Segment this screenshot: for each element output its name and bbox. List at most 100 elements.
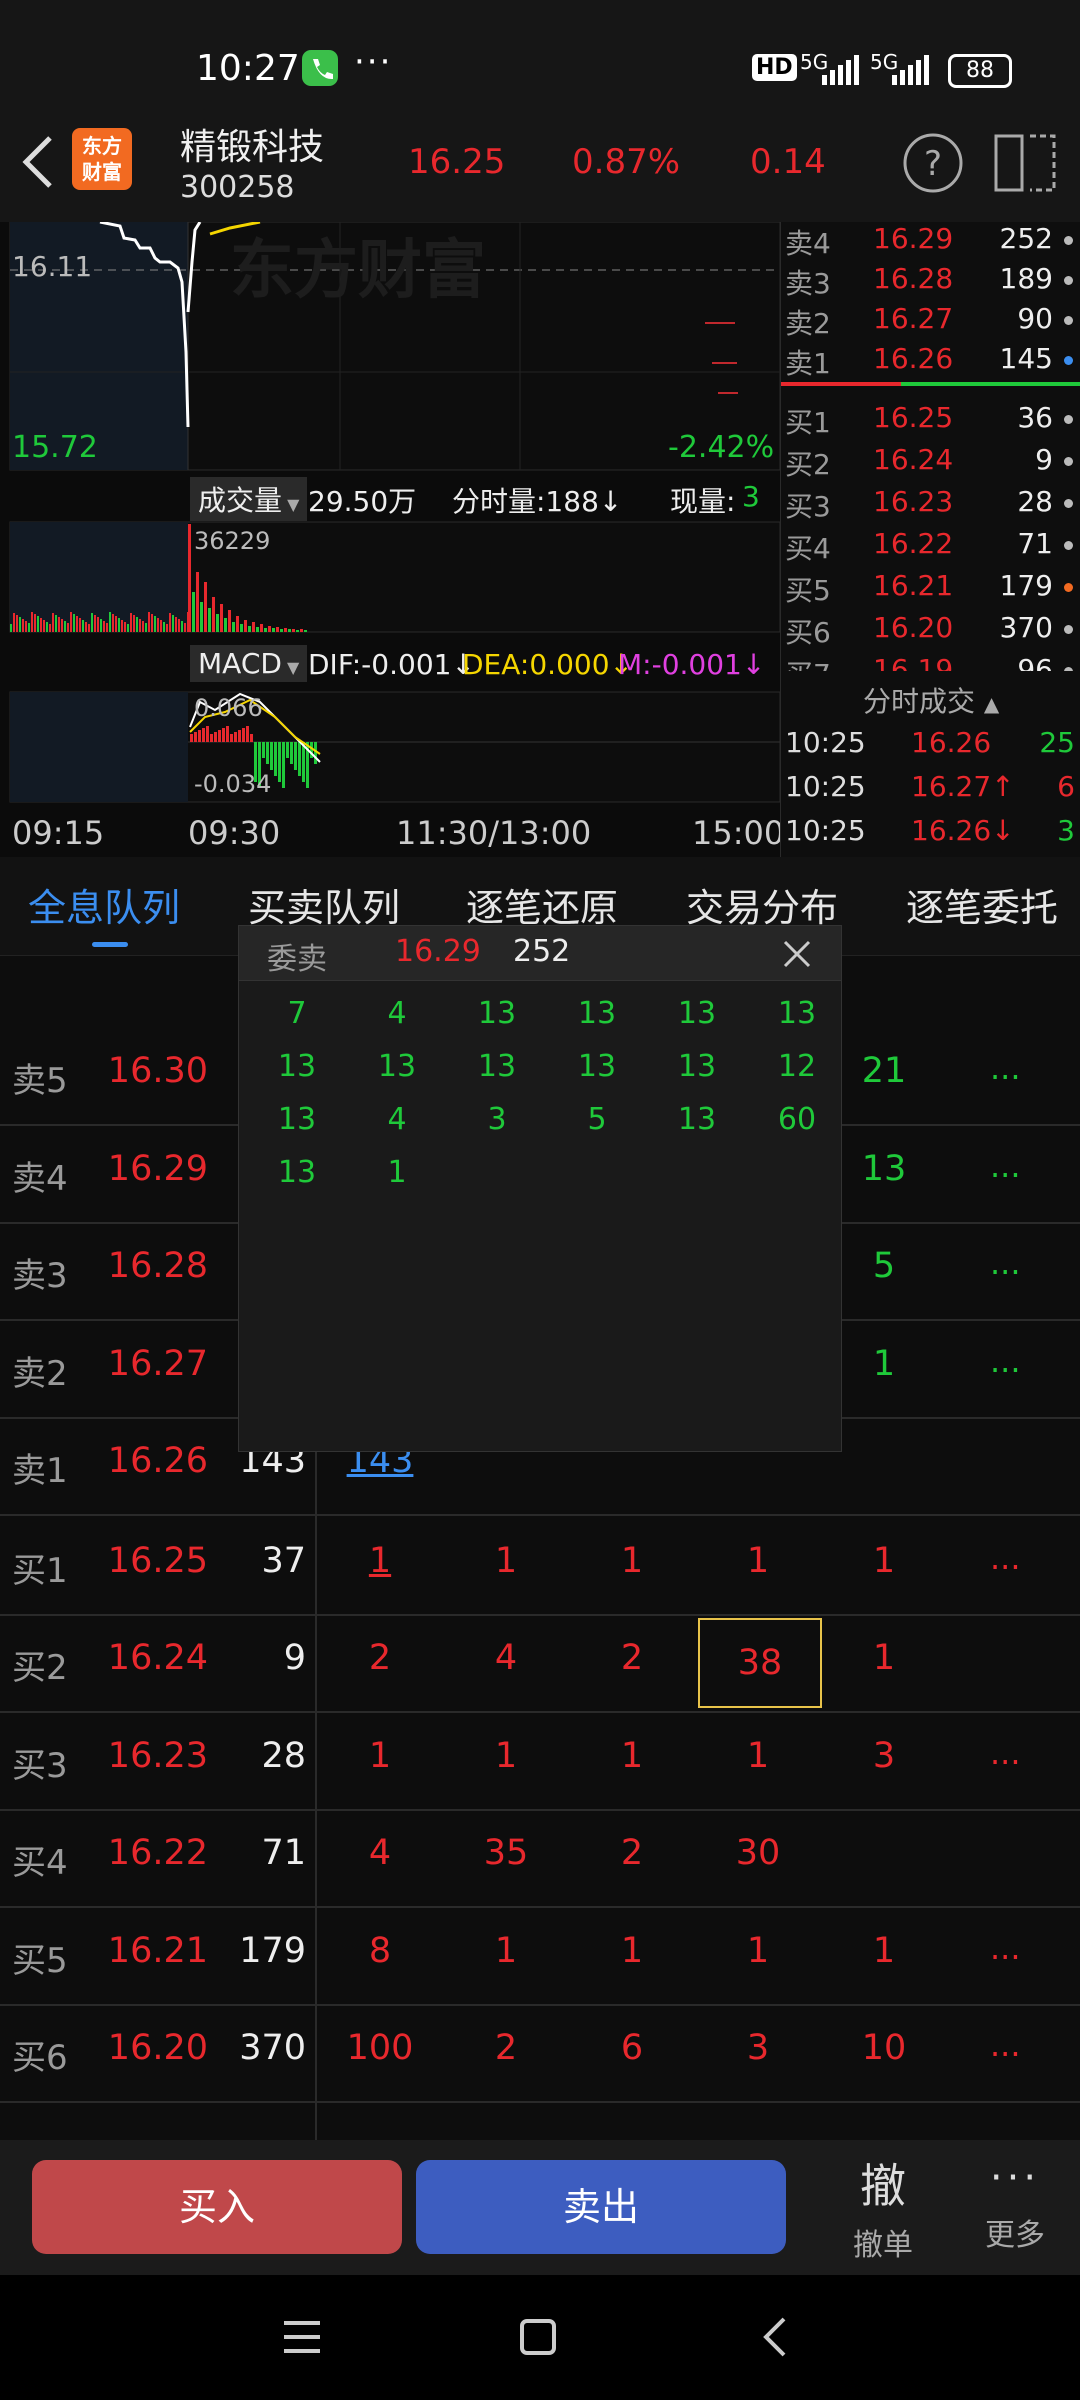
volume-bar — [52, 613, 54, 632]
bid-level-row[interactable]: 买2 16.24 9 — [781, 439, 1080, 481]
queue-order-cell[interactable]: 1 — [824, 1638, 944, 1678]
queue-order-cell[interactable]: 35 — [446, 1833, 566, 1873]
tab-quanxi[interactable]: 全息队列 — [28, 877, 180, 932]
macd-dropdown[interactable]: MACD ▼ — [190, 645, 308, 682]
queue-order-cell[interactable]: 1 — [572, 1541, 692, 1581]
bid-level-row[interactable]: 买4 16.22 71 — [781, 523, 1080, 565]
logo-text-1: 东方 — [82, 134, 122, 158]
bid-queue-row[interactable]: 买3 16.23 28 1 1 1 1 3... — [0, 1712, 1080, 1811]
tick-list-title[interactable]: 分时成交 ▲ — [863, 680, 999, 720]
bid-level-row[interactable]: 买6 16.20 370 — [781, 607, 1080, 649]
queue-order-cell[interactable]: 3 — [824, 1736, 944, 1776]
queue-more-link[interactable]: ... — [990, 2026, 1021, 2064]
queue-order-cell[interactable]: 30 — [698, 1833, 818, 1873]
queue-order-cell[interactable]: 1 — [446, 1931, 566, 1971]
tab-jiaoyi-fenbu[interactable]: 交易分布 — [686, 877, 838, 932]
bid-queue-row[interactable]: 买6 16.20 370 100 2 6 3 10... — [0, 2004, 1080, 2103]
bid-level-row[interactable]: 买1 16.25 36 — [781, 397, 1080, 439]
home-icon[interactable] — [518, 2317, 558, 2357]
queue-order-cell[interactable]: 8 — [320, 1931, 440, 1971]
ask-label: 卖1 — [785, 347, 831, 380]
macd-bar — [242, 728, 245, 742]
bid-level-row[interactable]: 买7 16.19 96 — [781, 649, 1080, 671]
queue-order-cell[interactable]: 1 — [698, 1736, 818, 1776]
queue-order-cell[interactable]: 1 — [698, 1541, 818, 1581]
queue-order-cell[interactable]: 6 — [572, 2028, 692, 2068]
app-logo[interactable]: 东方 财富 — [72, 128, 132, 190]
queue-order-cell[interactable]: 1 — [824, 1931, 944, 1971]
ask-level-row[interactable]: 卖4 16.29 252 — [781, 218, 1080, 260]
queue-order-cell[interactable]: 21 — [824, 1051, 944, 1091]
queue-order-cell[interactable]: 13 — [824, 1149, 944, 1189]
queue-more-link[interactable]: ... — [990, 1734, 1021, 1772]
back-icon[interactable] — [20, 134, 56, 190]
bid-queue-row[interactable]: 买1 16.25 37 1 1 1 1 1... — [0, 1517, 1080, 1616]
volume-bar — [103, 621, 105, 632]
close-icon[interactable] — [781, 938, 813, 970]
queue-more-link[interactable]: ... — [990, 1147, 1021, 1185]
volume-bar — [133, 615, 135, 632]
queue-order-cell[interactable]: 1 — [572, 1931, 692, 1971]
help-icon[interactable]: ? — [902, 132, 964, 194]
ask-level-row[interactable]: 卖1 16.26 145 — [781, 338, 1080, 380]
queue-more-link[interactable]: ... — [990, 1539, 1021, 1577]
volume-bar — [34, 614, 36, 632]
queue-order-cell[interactable]: 2 — [572, 1833, 692, 1873]
volume-bar — [178, 619, 180, 632]
queue-order-cell[interactable]: 4 — [320, 1833, 440, 1873]
queue-order-cell[interactable]: 100 — [320, 2028, 440, 2068]
queue-order-cell[interactable]: 2 — [572, 1638, 692, 1678]
bid-queue-row[interactable]: 买4 16.22 71 4 35 2 30 — [0, 1809, 1080, 1908]
queue-order-cell[interactable]: 2 — [320, 1638, 440, 1678]
volume-bar — [136, 617, 138, 632]
volume-bar — [142, 621, 144, 632]
queue-order-cell[interactable]: 2 — [446, 2028, 566, 2068]
queue-order-cell[interactable]: 1 — [824, 1344, 944, 1384]
queue-order-cell[interactable]: 1 — [572, 1736, 692, 1776]
tab-maimai[interactable]: 买卖队列 — [248, 877, 400, 932]
queue-order-cell[interactable]: 4 — [446, 1638, 566, 1678]
bid-level-row[interactable]: 买5 16.21 179 — [781, 565, 1080, 607]
queue-more-link[interactable]: ... — [990, 1929, 1021, 1967]
queue-order-cell[interactable]: 10 — [824, 2028, 944, 2068]
buy-button[interactable]: 买入 — [32, 2160, 402, 2254]
queue-order-cell[interactable]: 38 — [698, 1618, 822, 1708]
cancel-order-button[interactable]: 撤 撤单 — [830, 2150, 936, 2270]
ask-level-row[interactable]: 卖3 16.28 189 — [781, 258, 1080, 300]
queue-order-cell[interactable]: 1 — [698, 1931, 818, 1971]
more-button[interactable]: ··· 更多 — [962, 2150, 1068, 2270]
queue-order-cell[interactable]: 5 — [824, 1246, 944, 1286]
queue-order-cell[interactable]: 1 — [824, 1541, 944, 1581]
tick-list[interactable]: 分时成交 ▲ 10:25 16.26 25 10:25 16.27↑ 6 10:25 16.2… — [780, 672, 1080, 857]
intraday-chart[interactable]: 东方财富 16.11 15.72 -2.42% 成交量 ▼ 29.50万 分时量… — [0, 222, 1080, 857]
queue-order-cell[interactable]: 1 — [446, 1736, 566, 1776]
sell-button[interactable]: 卖出 — [416, 2160, 786, 2254]
tab-zhubi-weituo[interactable]: 逐笔委托 — [906, 877, 1080, 932]
order-book[interactable]: 卖4 16.29 252 卖3 16.28 189 卖2 16.27 90 卖1 16.26 145 … — [780, 222, 1080, 672]
dot-icon — [1064, 667, 1073, 671]
macd-bar — [290, 742, 293, 764]
macd-bar — [250, 734, 253, 742]
volume-bar — [232, 622, 235, 632]
queue-order-cell[interactable]: 1 — [320, 1736, 440, 1776]
queue-level-volume: 28 — [261, 1735, 306, 1776]
menu-icon[interactable] — [282, 2317, 322, 2357]
queue-order-cell[interactable]: 1 — [320, 1541, 440, 1581]
queue-order-cell[interactable]: 1 — [446, 1541, 566, 1581]
queue-order-cell[interactable]: 3 — [698, 2028, 818, 2068]
queue-more-link[interactable]: ... — [990, 1049, 1021, 1087]
nav-back-icon[interactable] — [756, 2317, 796, 2357]
tab-zhubi-huanyuan[interactable]: 逐笔还原 — [466, 877, 618, 932]
queue-more-link[interactable]: ... — [990, 1342, 1021, 1380]
bid-queue-row[interactable]: 买2 16.24 9 2 4 2 38 1 — [0, 1614, 1080, 1713]
split-screen-icon[interactable] — [992, 130, 1058, 196]
queue-detail-popup[interactable]: 委卖 16.29 252 7 4 13 13 13 13 13 13 13 13 13 12 13 4 3 5… — [238, 925, 842, 1452]
bid-level-row[interactable]: 买3 16.23 28 — [781, 481, 1080, 523]
dot-icon — [1064, 316, 1073, 325]
volume-dropdown[interactable]: 成交量 ▼ — [190, 477, 308, 521]
ask-level-row[interactable]: 卖2 16.27 90 — [781, 298, 1080, 340]
popup-order-value: 4 — [387, 996, 407, 1031]
macd-tab-label: MACD — [198, 647, 282, 680]
queue-more-link[interactable]: ... — [990, 1244, 1021, 1282]
bid-queue-row[interactable]: 买5 16.21 179 8 1 1 1 1... — [0, 1907, 1080, 2006]
